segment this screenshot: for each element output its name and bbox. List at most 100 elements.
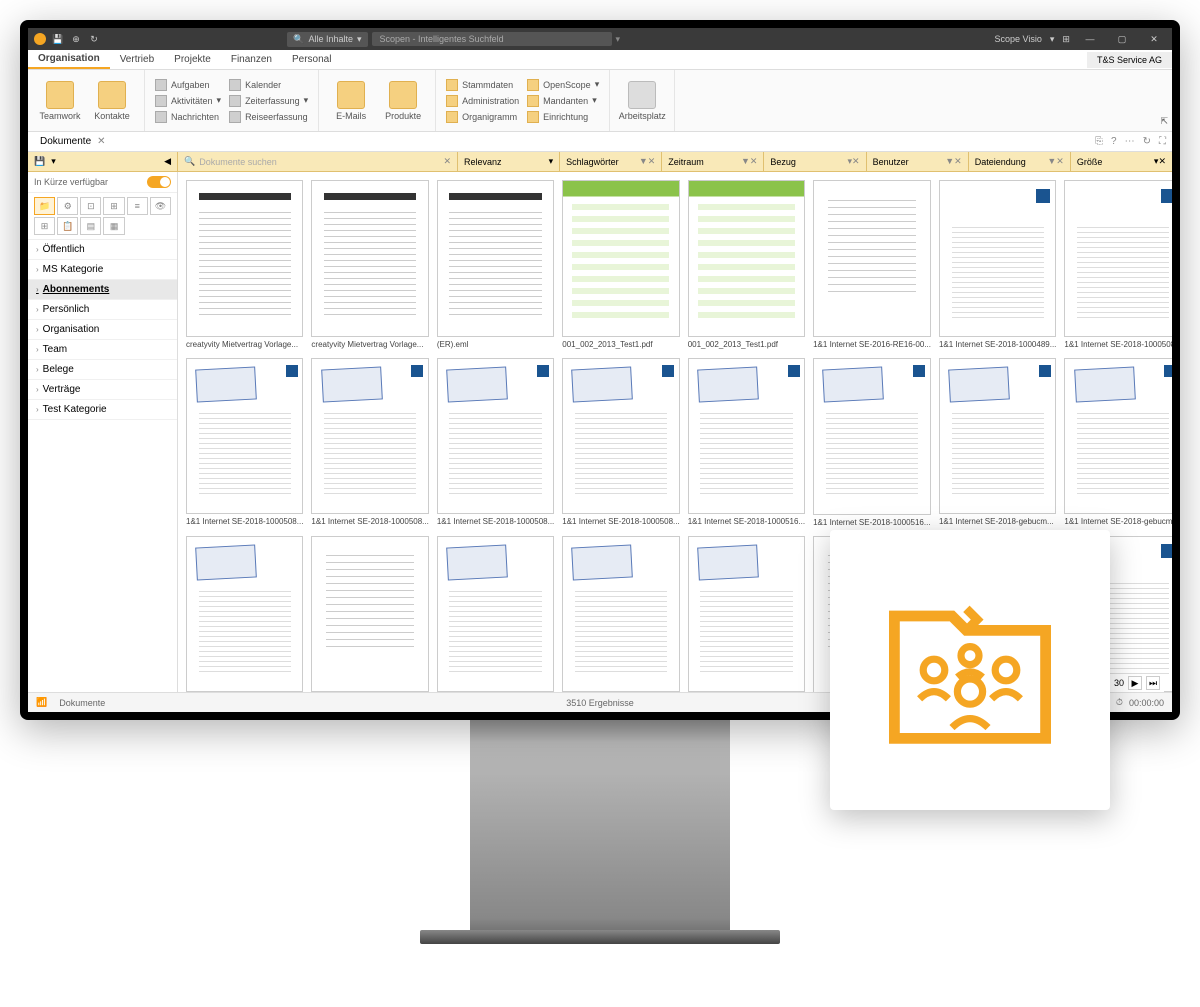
tree-item-organisation[interactable]: ›Organisation: [28, 320, 177, 340]
view-icon[interactable]: ⊡: [80, 197, 101, 215]
menu-tab-finanzen[interactable]: Finanzen: [221, 51, 282, 68]
document-thumbnail[interactable]: [562, 536, 679, 693]
search-scope-label: Alle Inhalte: [308, 34, 353, 44]
filter-dateiendung[interactable]: Dateiendung▼✕: [969, 152, 1071, 171]
menu-tab-projekte[interactable]: Projekte: [164, 51, 221, 68]
document-thumbnail[interactable]: 1&1 Internet SE-2018-1000508...: [437, 358, 554, 528]
document-thumbnail[interactable]: 1&1 Internet SE-2018-1000508...: [311, 358, 428, 528]
chevron-down-icon[interactable]: ▾: [616, 34, 621, 45]
view-icon[interactable]: 👁: [150, 197, 171, 215]
view-icon[interactable]: ≡: [127, 197, 148, 215]
ribbon-kontakte[interactable]: Kontakte: [88, 74, 136, 127]
ribbon-teamwork[interactable]: Teamwork: [36, 74, 84, 127]
document-thumbnail[interactable]: 001_002_2013_Test1.pdf: [562, 180, 679, 350]
tree-item-test-kategorie[interactable]: ›Test Kategorie: [28, 400, 177, 420]
document-thumbnail[interactable]: 1&1 Internet SE-2018-1000516...: [688, 358, 805, 528]
document-thumbnail[interactable]: (ER).eml: [437, 180, 554, 350]
filter-benutzer[interactable]: Benutzer▼✕: [867, 152, 969, 171]
maximize-button[interactable]: ▢: [1110, 34, 1134, 45]
menu-tab-vertrieb[interactable]: Vertrieb: [110, 51, 164, 68]
close-icon[interactable]: ✕: [97, 136, 105, 147]
ribbon-nachrichten[interactable]: Nachrichten: [153, 110, 223, 124]
save-icon[interactable]: 💾: [34, 156, 45, 167]
document-thumbnail[interactable]: 1&1 Internet SE-2018-1000508...: [562, 358, 679, 528]
view-icon[interactable]: ⚙: [57, 197, 78, 215]
clear-icon[interactable]: ✕: [443, 156, 451, 167]
close-button[interactable]: ✕: [1142, 34, 1166, 45]
refresh-icon[interactable]: ↻: [88, 33, 100, 45]
ribbon-mandanten[interactable]: Mandanten▾: [525, 94, 601, 108]
expand-icon[interactable]: ⛶: [1159, 136, 1166, 147]
document-thumbnail[interactable]: 1&1 Internet SE-2018-gebucm...: [939, 358, 1056, 528]
panel-icon[interactable]: ⊞: [1062, 34, 1070, 45]
search-scope-dropdown[interactable]: 🔍 Alle Inhalte ▾: [287, 32, 367, 47]
document-thumbnail[interactable]: 1&1 Internet SE-2018-gebucm...: [1064, 358, 1172, 528]
view-icon[interactable]: 📋: [57, 217, 78, 235]
filter-relevanz[interactable]: Relevanz▾: [458, 152, 560, 171]
document-thumbnail[interactable]: creatyvity Mietvertrag Vorlage...: [186, 180, 303, 350]
document-thumbnail[interactable]: 1&1 Internet SE-2018-1000508...: [1064, 180, 1172, 350]
ribbon-reiseerfassung[interactable]: Reiseerfassung: [227, 110, 310, 124]
add-icon[interactable]: ⊕: [70, 33, 82, 45]
filter-zeitraum[interactable]: Zeitraum▼✕: [662, 152, 764, 171]
ribbon-organigramm[interactable]: Organigramm: [444, 110, 521, 124]
availability-toggle[interactable]: [147, 176, 171, 188]
ribbon-zeiterfassung[interactable]: Zeiterfassung▾: [227, 94, 310, 108]
view-icon[interactable]: ▤: [80, 217, 101, 235]
filter-schlagworter[interactable]: Schlagwörter▼✕: [560, 152, 662, 171]
thumbnail-label: 1&1 Internet SE-2018-1000508...: [562, 517, 679, 526]
ribbon-einrichtung[interactable]: Einrichtung: [525, 110, 601, 124]
document-thumbnail[interactable]: [186, 536, 303, 693]
minimize-button[interactable]: —: [1078, 34, 1102, 44]
document-thumbnail[interactable]: 1&1 Internet SE-2016-RE16-00...: [813, 180, 931, 350]
view-icon[interactable]: ▦: [103, 217, 124, 235]
tree-item-abonnements[interactable]: ›Abonnements: [28, 280, 177, 300]
tree-item-oeffentlich[interactable]: ›Öffentlich: [28, 240, 177, 260]
document-thumbnail[interactable]: creatyvity Mietvertrag Vorlage...: [311, 180, 428, 350]
company-label[interactable]: T&S Service AG: [1087, 52, 1172, 68]
ribbon-produkte[interactable]: Produkte: [379, 74, 427, 127]
chevron-down-icon[interactable]: ▾: [1050, 34, 1055, 45]
view-icon[interactable]: ⊞: [103, 197, 124, 215]
ribbon-arbeitsplatz[interactable]: Arbeitsplatz: [618, 74, 666, 127]
save-icon[interactable]: 💾: [52, 33, 64, 45]
tree-item-persoenlich[interactable]: ›Persönlich: [28, 300, 177, 320]
app-name-label: Scope Visio: [995, 34, 1042, 44]
ribbon-stammdaten[interactable]: Stammdaten: [444, 78, 521, 92]
menu-tab-personal[interactable]: Personal: [282, 51, 341, 68]
filter-groesse[interactable]: Größe▾✕: [1071, 152, 1172, 171]
view-icon[interactable]: ⊞: [34, 217, 55, 235]
folder-view-icon[interactable]: 📁: [34, 197, 55, 215]
more-icon[interactable]: ⋯: [1125, 136, 1135, 147]
ribbon-aktivitaeten[interactable]: Aktivitäten▾: [153, 94, 223, 108]
tree-item-ms-kategorie[interactable]: ›MS Kategorie: [28, 260, 177, 280]
help-icon[interactable]: ?: [1111, 136, 1117, 147]
document-thumbnail[interactable]: 001_002_2013_Test1.pdf: [688, 180, 805, 350]
collapse-icon[interactable]: ◀: [164, 156, 171, 167]
document-thumbnail[interactable]: 1&1 Internet SE-2018-1000489...: [939, 180, 1056, 350]
refresh-icon[interactable]: ↻: [1143, 136, 1151, 147]
tree-item-team[interactable]: ›Team: [28, 340, 177, 360]
document-thumbnail[interactable]: [688, 536, 805, 693]
last-page-button[interactable]: ⏭: [1146, 676, 1160, 690]
ribbon-administration[interactable]: Administration: [444, 94, 521, 108]
document-thumbnail[interactable]: 1&1 Internet SE-2018-1000508...: [186, 358, 303, 528]
next-page-button[interactable]: ▶: [1128, 676, 1142, 690]
tree-item-vertraege[interactable]: ›Verträge: [28, 380, 177, 400]
filter-bezug[interactable]: Bezug▾✕: [764, 152, 866, 171]
ribbon-collapse-button[interactable]: ⇱: [1156, 70, 1172, 131]
ribbon-aufgaben[interactable]: Aufgaben: [153, 78, 223, 92]
ribbon-openscope[interactable]: OpenScope▾: [525, 78, 601, 92]
global-search-input[interactable]: Scopen - Intelligentes Suchfeld: [372, 32, 612, 46]
menu-tab-organisation[interactable]: Organisation: [28, 50, 110, 69]
document-thumbnail[interactable]: [437, 536, 554, 693]
document-tab[interactable]: Dokumente ✕: [34, 134, 112, 149]
document-thumbnail[interactable]: 1&1 Internet SE-2018-1000516...: [813, 358, 931, 528]
document-search[interactable]: 🔍 Dokumente suchen ✕: [178, 152, 458, 171]
tree-item-belege[interactable]: ›Belege: [28, 360, 177, 380]
copy-icon[interactable]: ⎘: [1095, 136, 1103, 147]
dropdown-icon[interactable]: ▾: [51, 156, 56, 167]
document-thumbnail[interactable]: [311, 536, 428, 693]
ribbon-kalender[interactable]: Kalender: [227, 78, 310, 92]
ribbon-emails[interactable]: E-Mails: [327, 74, 375, 127]
